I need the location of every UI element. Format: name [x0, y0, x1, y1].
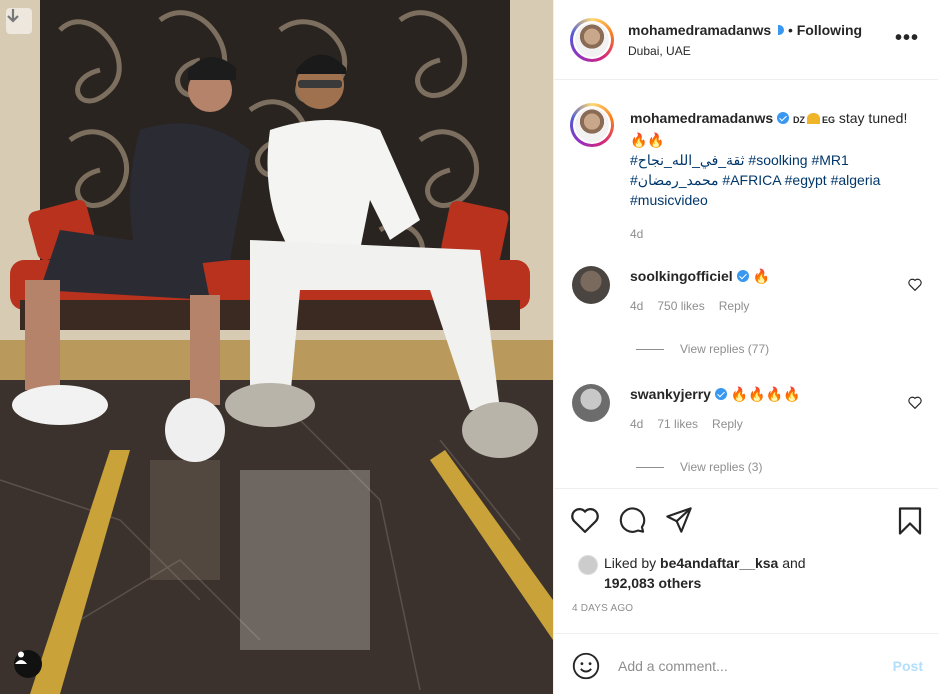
commenter-avatar[interactable] — [572, 384, 610, 422]
like-comment-heart-icon[interactable] — [908, 396, 922, 409]
comment-text: 🔥 — [752, 268, 770, 284]
likes-summary: Liked by be4andaftar__ksa and 192,083 ot… — [578, 553, 806, 593]
flag-dz: DZ — [792, 115, 805, 125]
emoji-smiley-icon[interactable] — [572, 652, 600, 680]
post-header: mohamedramadanws • Following Dubai, UAE … — [554, 0, 938, 80]
commenter-username[interactable]: swankyjerry — [630, 386, 711, 402]
comment-item: swankyjerry 🔥🔥🔥🔥 4d 71 likes Reply View … — [572, 384, 922, 474]
caption-hashtags-2[interactable]: #محمد_رمضان #AFRICA #egypt #algeria — [630, 172, 880, 188]
user-icon — [15, 651, 27, 664]
like-heart-icon[interactable] — [570, 506, 600, 534]
commenter-avatar[interactable] — [572, 266, 610, 304]
download-button[interactable] — [6, 8, 32, 34]
post-caption: mohamedramadanws DZ EG stay tuned! 🔥🔥 #ثق… — [630, 108, 920, 244]
liker-avatar[interactable] — [578, 555, 598, 575]
liker-username[interactable]: be4andaftar__ksa — [660, 555, 778, 571]
author-line: mohamedramadanws • Following — [628, 22, 862, 38]
verified-badge-icon — [714, 388, 727, 400]
arrow-down-icon — [7, 9, 19, 23]
view-replies-toggle[interactable]: View replies (77) — [636, 342, 769, 356]
more-options-button[interactable]: ••• — [895, 28, 919, 48]
comment-reply-button[interactable]: Reply — [719, 299, 750, 313]
post-actions: Liked by be4andaftar__ksa and 192,083 ot… — [554, 488, 938, 633]
caption-username[interactable]: mohamedramadanws — [630, 110, 773, 126]
post-date[interactable]: 4 DAYS AGO — [572, 603, 633, 614]
caption-hashtags-1[interactable]: #ثقة_في_الله_نجاح #soolking #MR1 — [630, 152, 849, 168]
caption-hashtags-3[interactable]: #musicvideo — [630, 192, 708, 208]
view-replies-label: View replies (3) — [680, 460, 763, 474]
author-avatar[interactable] — [570, 18, 614, 62]
add-comment-bar: Post — [554, 633, 938, 694]
comment-reply-button[interactable]: Reply — [712, 417, 743, 431]
story-ring-icon — [778, 25, 785, 35]
comment-text: 🔥🔥🔥🔥 — [730, 386, 801, 402]
tagged-users-button[interactable] — [14, 650, 42, 678]
save-bookmark-icon[interactable] — [897, 506, 923, 536]
comment-likes[interactable]: 750 likes — [657, 299, 704, 313]
follow-separator: • — [787, 22, 793, 38]
flag-eg: EG — [821, 115, 835, 125]
comment-time[interactable]: 4d — [630, 417, 643, 431]
like-comment-heart-icon[interactable] — [908, 278, 922, 291]
post-comment-button[interactable]: Post — [893, 658, 923, 674]
view-replies-toggle[interactable]: View replies (3) — [636, 460, 762, 474]
post-details-panel: mohamedramadanws • Following Dubai, UAE … — [553, 0, 938, 694]
verified-badge-icon — [777, 112, 790, 124]
caption-avatar[interactable] — [570, 103, 614, 147]
photo-illustration — [0, 0, 553, 694]
comment-time[interactable]: 4d — [630, 299, 643, 313]
following-button[interactable]: Following — [797, 22, 862, 38]
likes-others-link[interactable]: 192,083 others — [578, 573, 806, 593]
liked-by-prefix: Liked by — [604, 555, 657, 571]
author-username[interactable]: mohamedramadanws — [628, 22, 771, 38]
commenter-username[interactable]: soolkingofficiel — [630, 268, 733, 284]
liked-by-and: and — [782, 555, 806, 571]
post-photo[interactable] — [0, 0, 553, 694]
share-paper-plane-icon[interactable] — [665, 506, 693, 534]
location-link[interactable]: Dubai, UAE — [628, 44, 691, 58]
comment-item: soolkingofficiel 🔥 4d 750 likes Reply Vi… — [572, 266, 922, 356]
heart-emoji-icon — [806, 113, 820, 124]
caption-time[interactable]: 4d — [630, 224, 920, 244]
comment-likes[interactable]: 71 likes — [657, 417, 698, 431]
verified-badge-icon — [736, 270, 749, 282]
view-replies-label: View replies (77) — [680, 342, 770, 356]
comment-bubble-icon[interactable] — [617, 506, 647, 534]
comment-input[interactable] — [618, 656, 878, 676]
